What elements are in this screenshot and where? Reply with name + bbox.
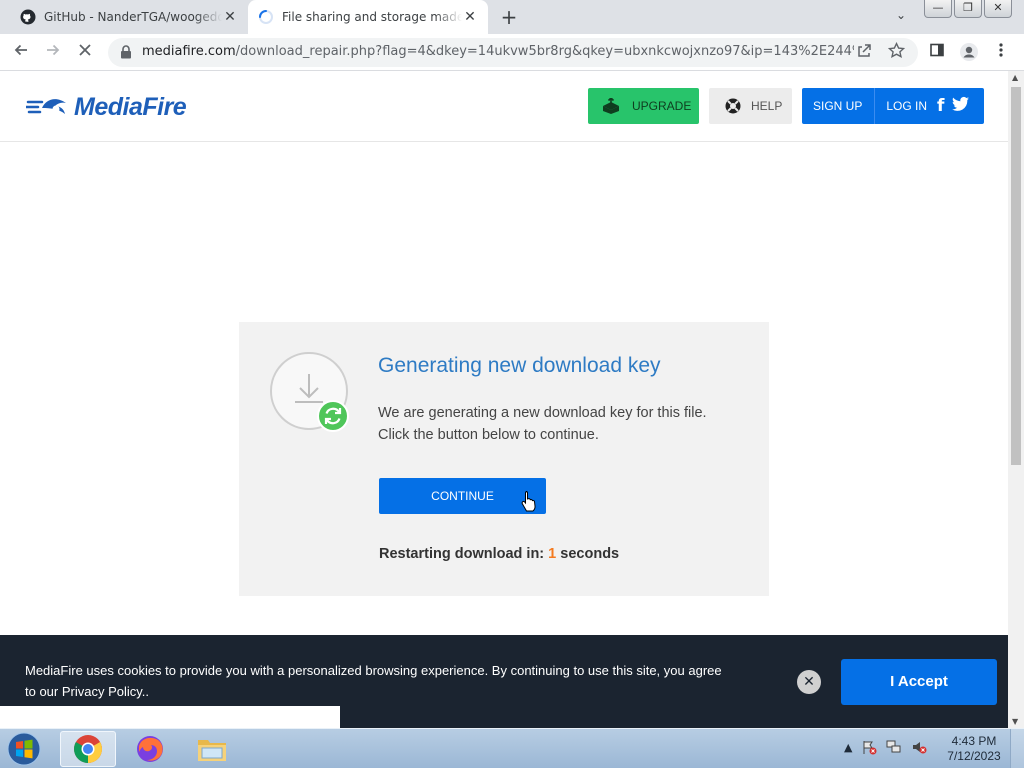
mediafire-flame-icon (26, 98, 66, 114)
card-title: Generating new download key (378, 354, 661, 377)
stop-loading-icon[interactable] (74, 42, 96, 64)
bookmark-star-icon[interactable] (887, 41, 906, 63)
url-path: /download_repair.php?flag=4&dkey=14ukvw5… (235, 44, 854, 59)
taskbar-file-explorer[interactable] (184, 731, 240, 767)
refresh-icon (317, 400, 349, 432)
download-key-card: Generating new download key We are gener… (239, 322, 769, 596)
card-description-line-2: Click the button below to continue. (378, 427, 599, 443)
help-button[interactable]: HELP (709, 88, 792, 124)
social-links: f (937, 96, 970, 116)
profile-avatar-icon[interactable] (958, 42, 980, 64)
network-icon[interactable] (886, 739, 902, 755)
logo-text: MediaFire (74, 93, 187, 121)
cookie-close-button[interactable]: ✕ (797, 670, 821, 694)
side-panel-icon[interactable] (926, 42, 948, 64)
tab-search-chevron-icon[interactable]: ⌄ (896, 8, 906, 22)
window-controls: — ❐ ✕ (922, 0, 1012, 18)
scroll-down-arrow-icon[interactable]: ▼ (1012, 717, 1018, 726)
system-tray: ▲ (844, 739, 936, 755)
taskbar-chrome[interactable] (60, 731, 116, 767)
accept-cookies-button[interactable]: I Accept (841, 659, 997, 705)
restart-prefix: Restarting download in: (379, 546, 545, 562)
browser-toolbar: mediafire.com/download_repair.php?flag=4… (0, 34, 1024, 71)
lifebuoy-icon (725, 98, 741, 114)
firefox-icon (137, 736, 163, 762)
card-description-line-1: We are generating a new download key for… (378, 405, 707, 421)
start-button[interactable] (4, 731, 44, 767)
clock-time: 4:43 PM (951, 734, 997, 748)
browser-tab-strip: GitHub - NanderTGA/woogedow ✕ File shari… (0, 0, 1024, 34)
tab-title: File sharing and storage made si (282, 10, 462, 24)
page-scrollbar[interactable]: ▲ ▼ (1008, 71, 1024, 728)
twitter-icon[interactable] (952, 96, 970, 112)
banner-white-strip (0, 706, 340, 728)
browser-menu-icon[interactable] (990, 42, 1012, 64)
restart-countdown: Restarting download in: 1 seconds (379, 546, 619, 562)
tab-github[interactable]: GitHub - NanderTGA/woogedow ✕ (8, 0, 248, 34)
hand-cursor-icon (521, 491, 536, 512)
help-label: HELP (751, 99, 783, 113)
facebook-icon[interactable]: f (937, 96, 944, 116)
url-domain: mediafire.com (142, 44, 236, 59)
windows-taskbar: ▲ 4:43 PM 7/12/2023 (0, 728, 1024, 768)
scrollbar-thumb[interactable] (1011, 87, 1021, 465)
lock-icon[interactable] (120, 45, 132, 59)
url-text[interactable]: mediafire.com/download_repair.php?flag=4… (142, 44, 854, 59)
cookie-banner: MediaFire uses cookies to provide you wi… (0, 635, 1008, 728)
windows-logo-icon (7, 732, 41, 766)
upgrade-box-icon (603, 98, 619, 114)
restart-suffix: seconds (560, 546, 620, 562)
sign-up-button[interactable]: SIGN UP (802, 88, 876, 124)
action-center-flag-icon[interactable] (861, 739, 877, 755)
github-icon (20, 9, 36, 25)
chrome-icon (74, 735, 102, 763)
log-in-button[interactable]: LOG IN (875, 99, 927, 113)
cookie-notice-text: MediaFire uses cookies to provide you wi… (25, 663, 722, 699)
show-desktop-button[interactable] (1010, 729, 1024, 768)
upgrade-label: UPGRADE (632, 99, 692, 113)
auth-button-group: SIGN UP LOG IN f (802, 88, 984, 124)
loading-spinner-icon (259, 10, 273, 24)
close-tab-icon[interactable]: ✕ (462, 9, 478, 25)
upgrade-button[interactable]: UPGRADE (588, 88, 699, 124)
taskbar-firefox[interactable] (122, 731, 178, 767)
tab-mediafire[interactable]: File sharing and storage made si ✕ (248, 0, 488, 34)
site-header: MediaFire UPGRADE HELP SIGN UP LOG IN f (0, 71, 1008, 142)
system-clock[interactable]: 4:43 PM 7/12/2023 (944, 734, 1004, 764)
address-bar[interactable]: mediafire.com/download_repair.php?flag=4… (108, 38, 918, 67)
show-hidden-icons-icon[interactable]: ▲ (844, 741, 852, 754)
scroll-up-arrow-icon[interactable]: ▲ (1012, 73, 1018, 82)
volume-muted-icon[interactable] (911, 739, 927, 755)
clock-date: 7/12/2023 (947, 749, 1001, 763)
download-icon (270, 352, 349, 432)
mediafire-logo[interactable]: MediaFire (26, 93, 187, 122)
minimize-button[interactable]: — (924, 0, 952, 18)
web-page: MediaFire UPGRADE HELP SIGN UP LOG IN f (0, 71, 1008, 728)
countdown-number: 1 (548, 546, 557, 562)
close-window-button[interactable]: ✕ (984, 0, 1012, 18)
share-icon[interactable] (856, 43, 872, 63)
new-tab-button[interactable]: + (498, 6, 520, 28)
file-explorer-icon (198, 740, 226, 761)
restore-button[interactable]: ❐ (954, 0, 982, 18)
close-tab-icon[interactable]: ✕ (222, 9, 238, 25)
back-arrow-icon[interactable] (10, 42, 32, 64)
forward-arrow-icon[interactable] (42, 42, 64, 64)
tab-title: GitHub - NanderTGA/woogedow (44, 10, 222, 24)
